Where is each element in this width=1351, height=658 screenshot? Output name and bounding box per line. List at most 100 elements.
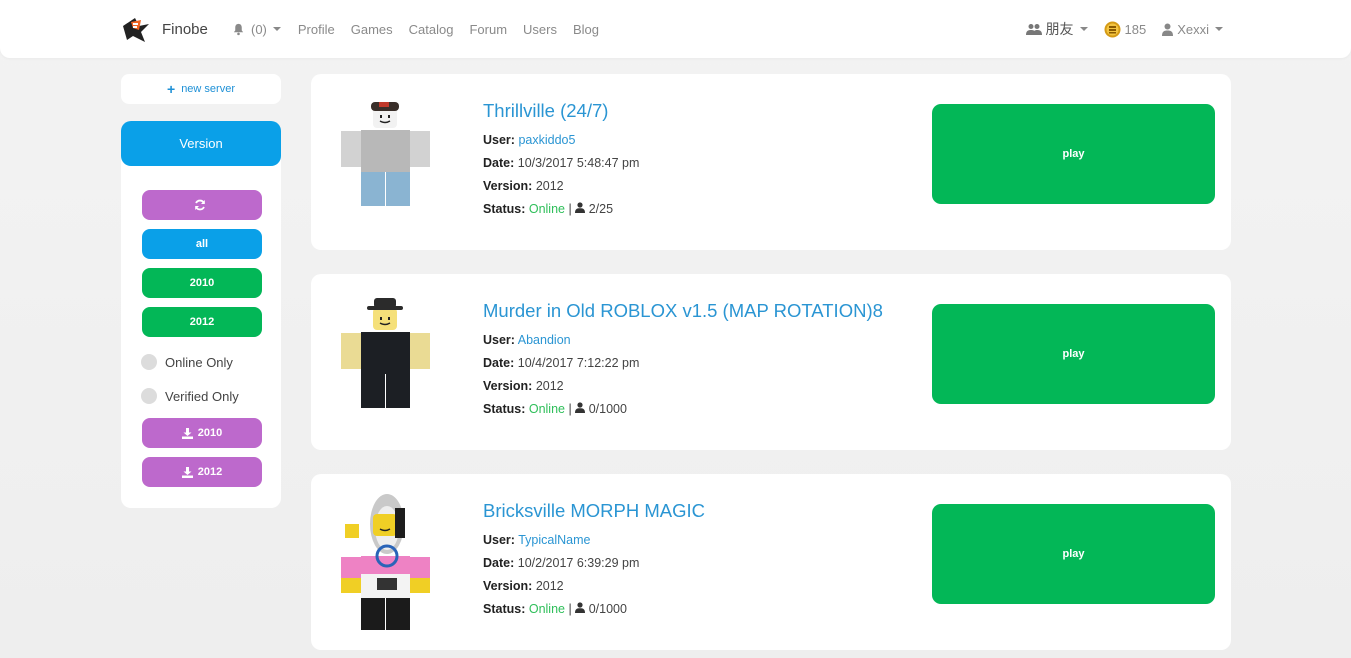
nav-blog[interactable]: Blog xyxy=(573,22,599,37)
server-user-line: User: paxkiddo5 xyxy=(483,133,575,147)
friends-dropdown[interactable]: 朋友 xyxy=(1025,19,1088,39)
new-server-button[interactable]: + new server xyxy=(121,74,281,104)
server-date: 10/4/2017 7:12:22 pm xyxy=(517,356,640,370)
nav-games[interactable]: Games xyxy=(351,22,393,37)
server-status-line: Status: Online | 2/25 xyxy=(483,202,614,216)
avatar-image xyxy=(341,298,430,408)
filter-all-button[interactable]: all xyxy=(142,229,262,259)
user-icon xyxy=(1162,23,1174,36)
server-version: 2012 xyxy=(535,579,564,593)
server-status: Online xyxy=(528,402,565,416)
date-label: Date: xyxy=(483,356,515,370)
download-2012-label: 2012 xyxy=(197,466,223,478)
version-label: Version: xyxy=(483,179,533,193)
date-label: Date: xyxy=(483,156,515,170)
currency-amount: 185 xyxy=(1124,21,1147,37)
server-title[interactable]: Bricksville MORPH MAGIC xyxy=(483,500,705,522)
online-only-radio[interactable] xyxy=(141,354,157,370)
friends-label: 朋友 xyxy=(1045,21,1074,37)
server-user-line: User: Abandion xyxy=(483,333,571,347)
currency-display[interactable]: 185 xyxy=(1104,21,1147,38)
server-owner-link[interactable]: paxkiddo5 xyxy=(518,133,575,147)
server-card: Bricksville MORPH MAGIC User: TypicalNam… xyxy=(311,474,1231,650)
user-label: User: xyxy=(483,133,515,147)
server-status: Online xyxy=(528,602,565,616)
user-icon xyxy=(575,402,586,413)
server-status-line: Status: Online | 0/1000 xyxy=(483,402,627,416)
download-2010-button[interactable]: 2010 xyxy=(142,418,262,448)
user-label: User: xyxy=(483,533,515,547)
server-version-line: Version: 2012 xyxy=(483,379,564,393)
server-date-line: Date: 10/3/2017 5:48:47 pm xyxy=(483,156,639,170)
download-icon xyxy=(181,427,193,439)
server-players: 0/1000 xyxy=(588,402,627,416)
notifications-dropdown[interactable]: (0) xyxy=(232,22,281,37)
status-label: Status: xyxy=(483,602,526,616)
server-version: 2012 xyxy=(535,379,564,393)
version-header: Version xyxy=(121,121,281,166)
version-label: Version: xyxy=(483,579,533,593)
users-icon xyxy=(1025,23,1042,35)
server-version: 2012 xyxy=(535,179,564,193)
bell-icon xyxy=(233,23,244,35)
server-players: 2/25 xyxy=(588,202,614,216)
download-icon xyxy=(181,466,193,478)
nav-right: 朋友 185 Xexxi xyxy=(1010,0,1223,58)
online-only-label: Online Only xyxy=(165,354,233,370)
server-version-line: Version: 2012 xyxy=(483,179,564,193)
nav-catalog[interactable]: Catalog xyxy=(409,22,454,37)
refresh-button[interactable] xyxy=(142,190,262,220)
download-2010-label: 2010 xyxy=(197,427,223,439)
download-2012-button[interactable]: 2012 xyxy=(142,457,262,487)
avatar-image xyxy=(341,102,430,206)
brand[interactable]: Finobe xyxy=(121,14,208,44)
filter-2012-button[interactable]: 2012 xyxy=(142,307,262,337)
verified-only-radio[interactable] xyxy=(141,388,157,404)
finobe-logo-icon xyxy=(123,18,149,42)
server-version-line: Version: 2012 xyxy=(483,579,564,593)
coin-icon xyxy=(1104,21,1120,37)
verified-only-label: Verified Only xyxy=(165,388,239,404)
nav-profile[interactable]: Profile xyxy=(298,22,335,37)
status-label: Status: xyxy=(483,402,526,416)
play-button[interactable]: play xyxy=(932,104,1215,204)
server-date-line: Date: 10/2/2017 6:39:29 pm xyxy=(483,556,639,570)
chevron-down-icon xyxy=(272,27,281,31)
user-dropdown[interactable]: Xexxi xyxy=(1162,22,1223,37)
user-icon xyxy=(575,602,586,613)
server-date: 10/3/2017 5:48:47 pm xyxy=(517,156,640,170)
server-card: Thrillville (24/7) User: paxkiddo5 Date:… xyxy=(311,74,1231,250)
username: Xexxi xyxy=(1177,21,1209,37)
server-date-line: Date: 10/4/2017 7:12:22 pm xyxy=(483,356,639,370)
server-title[interactable]: Murder in Old ROBLOX v1.5 (MAP ROTATION)… xyxy=(483,300,883,322)
play-button[interactable]: play xyxy=(932,304,1215,404)
refresh-icon xyxy=(194,199,205,211)
server-status: Online xyxy=(528,202,565,216)
nav-users[interactable]: Users xyxy=(523,22,557,37)
chevron-down-icon xyxy=(1215,27,1223,31)
play-button[interactable]: play xyxy=(932,504,1215,604)
filter-2010-button[interactable]: 2010 xyxy=(142,268,262,298)
nav-forum[interactable]: Forum xyxy=(469,22,507,37)
new-server-label: new server xyxy=(181,83,235,95)
nav-links: (0) Profile Games Catalog Forum Users Bl… xyxy=(232,0,615,58)
version-label: Version: xyxy=(483,379,533,393)
online-only-toggle[interactable]: Online Only xyxy=(141,354,233,370)
version-panel: Version all 2010 2012 Online Only Verifi… xyxy=(121,121,281,508)
server-owner-link[interactable]: Abandion xyxy=(518,333,571,347)
avatar-image xyxy=(341,494,430,630)
server-title[interactable]: Thrillville (24/7) xyxy=(483,100,608,122)
brand-name: Finobe xyxy=(162,20,208,38)
status-label: Status: xyxy=(483,202,526,216)
top-navbar: Finobe (0) Profile Games Catalog Forum U… xyxy=(0,0,1351,58)
notifications-count: (0) xyxy=(251,21,267,37)
chevron-down-icon xyxy=(1079,27,1088,31)
plus-icon: + xyxy=(167,81,176,97)
user-label: User: xyxy=(483,333,515,347)
server-players: 0/1000 xyxy=(588,602,627,616)
verified-only-toggle[interactable]: Verified Only xyxy=(141,388,239,404)
server-status-line: Status: Online | 0/1000 xyxy=(483,602,627,616)
user-icon xyxy=(575,202,586,213)
server-owner-link[interactable]: TypicalName xyxy=(518,533,590,547)
server-card: Murder in Old ROBLOX v1.5 (MAP ROTATION)… xyxy=(311,274,1231,450)
